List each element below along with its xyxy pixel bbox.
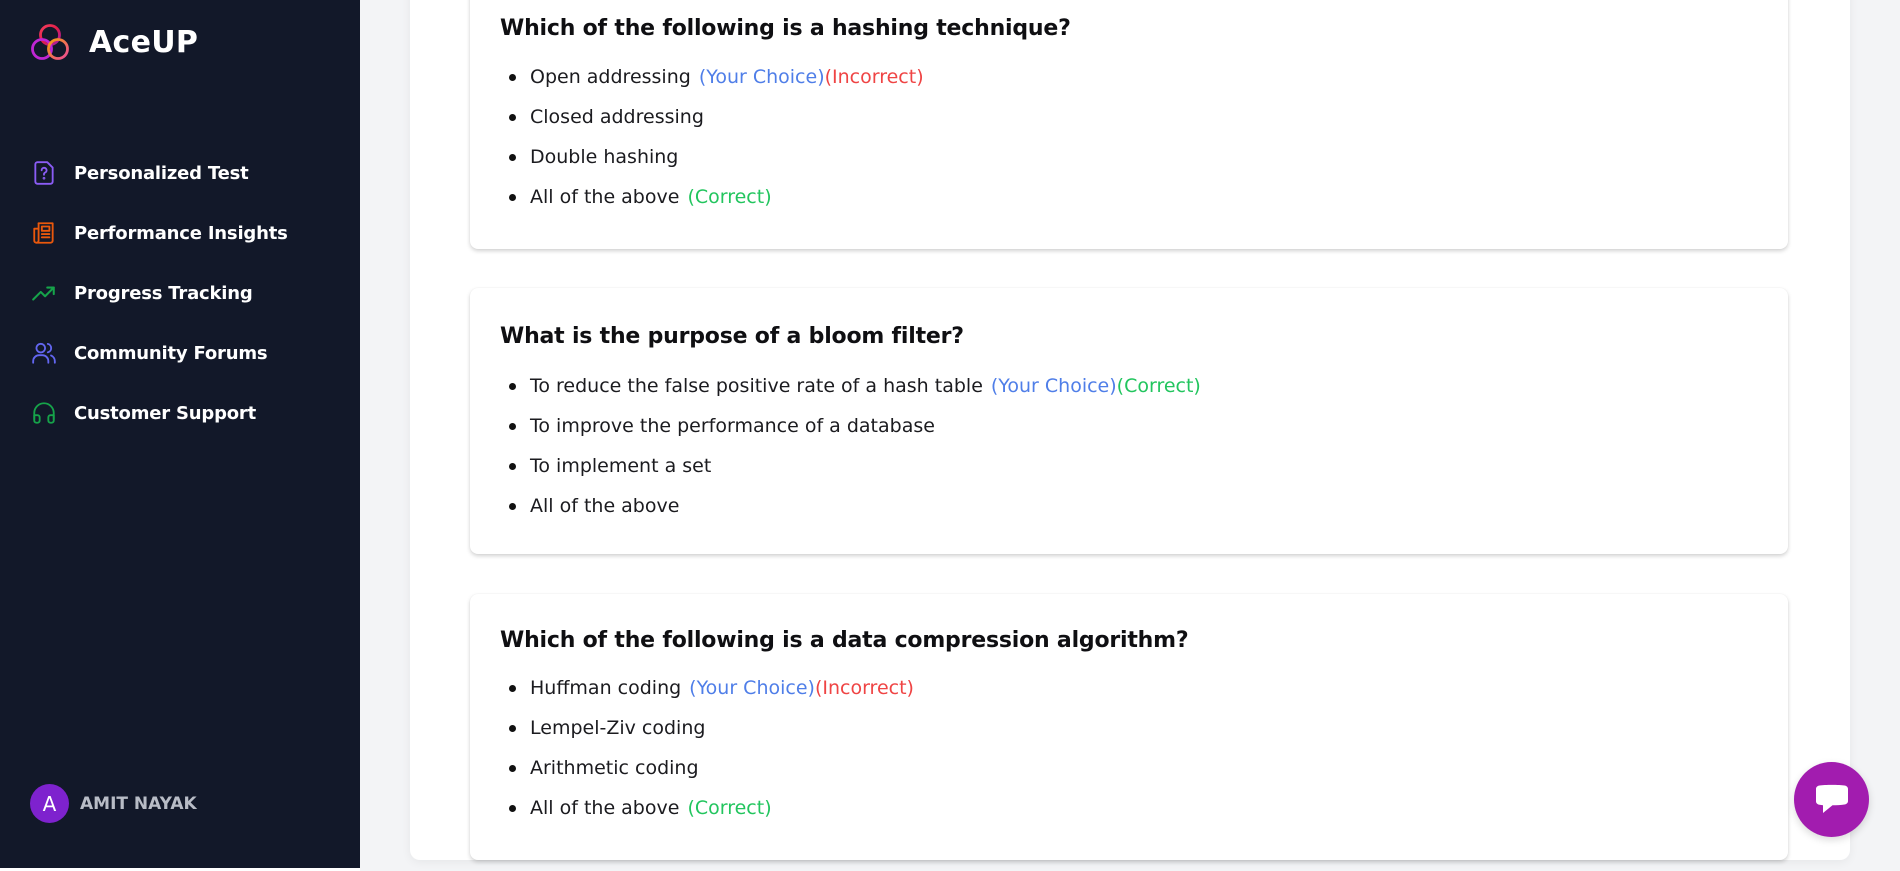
option-text: To improve the performance of a database: [530, 415, 935, 437]
option-item: All of the above: [509, 486, 1201, 526]
incorrect-tag: (Incorrect): [814, 677, 914, 699]
chat-bubble-icon: [1815, 784, 1848, 813]
sidebar-item-label: Customer Support: [74, 402, 257, 424]
option-text: All of the above: [530, 495, 680, 517]
option-item: Closed addressing: [509, 97, 924, 137]
option-item: To reduce the false positive rate of a h…: [509, 366, 1201, 406]
sidebar-item-community-forums[interactable]: Community Forums: [30, 323, 350, 383]
your-choice-tag: (Your Choice): [698, 66, 825, 88]
option-text: Open addressing: [530, 66, 691, 88]
option-item: Huffman coding (Your Choice)(Incorrect): [509, 668, 914, 708]
question-text: Which of the following is a data compres…: [500, 628, 1189, 653]
option-text: All of the above: [530, 797, 680, 819]
option-item: Arithmetic coding: [509, 748, 914, 788]
user-profile[interactable]: A AMIT NAYAK: [30, 784, 197, 823]
options-list: Open addressing (Your Choice)(Incorrect) …: [509, 57, 924, 217]
options-list: To reduce the false positive rate of a h…: [509, 366, 1201, 526]
question-card: Which of the following is a data compres…: [470, 594, 1788, 860]
question-file-icon: [30, 159, 58, 187]
avatar: A: [30, 784, 69, 823]
correct-tag: (Correct): [1116, 375, 1201, 397]
sidebar-item-progress-tracking[interactable]: Progress Tracking: [30, 263, 350, 323]
option-item: All of the above (Correct): [509, 177, 924, 217]
sidebar-item-label: Performance Insights: [74, 222, 288, 244]
correct-tag: (Correct): [687, 186, 772, 208]
sidebar-item-performance-insights[interactable]: Performance Insights: [30, 203, 350, 263]
sidebar: AceUP Personalized Test Performance Insi…: [0, 0, 360, 868]
question-text: Which of the following is a hashing tech…: [500, 16, 1071, 41]
sidebar-nav: Personalized Test Performance Insights P…: [30, 143, 350, 443]
sidebar-item-label: Progress Tracking: [74, 282, 253, 304]
option-item: Lempel-Ziv coding: [509, 708, 914, 748]
sidebar-item-label: Personalized Test: [74, 162, 249, 184]
aceup-logo-icon: [31, 24, 69, 60]
app-logo[interactable]: AceUP: [29, 22, 198, 62]
users-icon: [30, 339, 58, 367]
sidebar-item-customer-support[interactable]: Customer Support: [30, 383, 350, 443]
newspaper-icon: [30, 219, 58, 247]
question-card: Which of the following is a hashing tech…: [470, 0, 1788, 249]
option-item: To improve the performance of a database: [509, 406, 1201, 446]
option-text: Closed addressing: [530, 106, 704, 128]
option-text: Double hashing: [530, 146, 679, 168]
option-item: Open addressing (Your Choice)(Incorrect): [509, 57, 924, 97]
app-name: AceUP: [89, 24, 199, 60]
option-text: To reduce the false positive rate of a h…: [530, 375, 983, 397]
options-list: Huffman coding (Your Choice)(Incorrect) L…: [509, 668, 914, 828]
option-text: Arithmetic coding: [530, 757, 699, 779]
chat-button[interactable]: [1794, 762, 1869, 837]
question-card: What is the purpose of a bloom filter? T…: [470, 288, 1788, 554]
headphones-icon: [30, 399, 58, 427]
option-text: To implement a set: [530, 455, 712, 477]
correct-tag: (Correct): [687, 797, 772, 819]
option-text: All of the above: [530, 186, 680, 208]
sidebar-item-personalized-test[interactable]: Personalized Test: [30, 143, 350, 203]
incorrect-tag: (Incorrect): [824, 66, 924, 88]
user-name: AMIT NAYAK: [80, 793, 197, 814]
option-text: Lempel-Ziv coding: [530, 717, 706, 739]
sidebar-item-label: Community Forums: [74, 342, 268, 364]
question-text: What is the purpose of a bloom filter?: [500, 324, 964, 349]
trending-up-icon: [30, 279, 58, 307]
your-choice-tag: (Your Choice): [689, 677, 815, 699]
option-item: All of the above (Correct): [509, 788, 914, 828]
option-item: Double hashing: [509, 137, 924, 177]
option-item: To implement a set: [509, 446, 1201, 486]
option-text: Huffman coding: [530, 677, 682, 699]
your-choice-tag: (Your Choice): [990, 375, 1117, 397]
